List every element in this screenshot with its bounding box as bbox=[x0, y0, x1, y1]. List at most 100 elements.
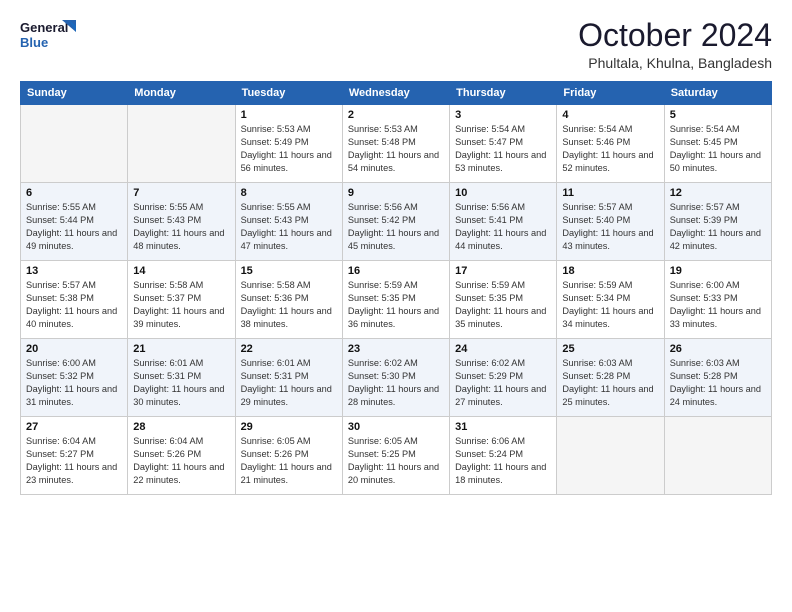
day-info: Sunrise: 6:02 AM Sunset: 5:29 PM Dayligh… bbox=[455, 357, 551, 409]
day-info: Sunrise: 5:58 AM Sunset: 5:36 PM Dayligh… bbox=[241, 279, 337, 331]
month-title: October 2024 bbox=[578, 18, 772, 53]
day-number: 6 bbox=[26, 187, 122, 199]
day-info: Sunrise: 6:03 AM Sunset: 5:28 PM Dayligh… bbox=[562, 357, 658, 409]
day-info: Sunrise: 6:05 AM Sunset: 5:25 PM Dayligh… bbox=[348, 435, 444, 487]
calendar-cell: 11 Sunrise: 5:57 AM Sunset: 5:40 PM Dayli… bbox=[557, 183, 664, 261]
weekday-header-sunday: Sunday bbox=[21, 82, 128, 105]
weekday-header-row: SundayMondayTuesdayWednesdayThursdayFrid… bbox=[21, 82, 772, 105]
calendar-cell: 14 Sunrise: 5:58 AM Sunset: 5:37 PM Dayli… bbox=[128, 261, 235, 339]
calendar-cell: 18Sunrise: 5:59 AM Sunset: 5:34 PM Dayli… bbox=[557, 261, 664, 339]
calendar-cell: 20 Sunrise: 6:00 AM Sunset: 5:32 PM Dayli… bbox=[21, 339, 128, 417]
calendar-cell: 3 Sunrise: 5:54 AM Sunset: 5:47 PM Daylig… bbox=[450, 105, 557, 183]
day-number: 22 bbox=[241, 343, 337, 355]
svg-text:Blue: Blue bbox=[20, 35, 48, 50]
calendar-cell: 16 Sunrise: 5:59 AM Sunset: 5:35 PM Dayli… bbox=[342, 261, 449, 339]
day-info: Sunrise: 5:54 AM Sunset: 5:47 PM Dayligh… bbox=[455, 123, 551, 175]
day-info: Sunrise: 6:05 AM Sunset: 5:26 PM Dayligh… bbox=[241, 435, 337, 487]
calendar-cell: 28 Sunrise: 6:04 AM Sunset: 5:26 PM Dayli… bbox=[128, 417, 235, 495]
day-info: Sunrise: 5:56 AM Sunset: 5:41 PM Dayligh… bbox=[455, 201, 551, 253]
day-number: 9 bbox=[348, 187, 444, 199]
calendar-cell: 12 Sunrise: 5:57 AM Sunset: 5:39 PM Dayli… bbox=[664, 183, 771, 261]
day-info: Sunrise: 5:55 AM Sunset: 5:43 PM Dayligh… bbox=[241, 201, 337, 253]
calendar-cell: 13 Sunrise: 5:57 AM Sunset: 5:38 PM Dayli… bbox=[21, 261, 128, 339]
weekday-header-thursday: Thursday bbox=[450, 82, 557, 105]
day-info: Sunrise: 5:57 AM Sunset: 5:39 PM Dayligh… bbox=[670, 201, 766, 253]
weekday-header-monday: Monday bbox=[128, 82, 235, 105]
day-number: 21 bbox=[133, 343, 229, 355]
header: GeneralBlue October 2024 Phultala, Khuln… bbox=[20, 18, 772, 71]
calendar-week-row: 1Sunrise: 5:53 AM Sunset: 5:49 PM Daylig… bbox=[21, 105, 772, 183]
day-number: 28 bbox=[133, 421, 229, 433]
day-info: Sunrise: 5:59 AM Sunset: 5:34 PM Dayligh… bbox=[562, 279, 658, 331]
day-info: Sunrise: 5:53 AM Sunset: 5:49 PM Dayligh… bbox=[241, 123, 337, 175]
day-info: Sunrise: 6:03 AM Sunset: 5:28 PM Dayligh… bbox=[670, 357, 766, 409]
calendar-cell: 24 Sunrise: 6:02 AM Sunset: 5:29 PM Dayli… bbox=[450, 339, 557, 417]
title-block: October 2024 Phultala, Khulna, Banglades… bbox=[578, 18, 772, 71]
calendar-cell bbox=[21, 105, 128, 183]
calendar-cell: 10 Sunrise: 5:56 AM Sunset: 5:41 PM Dayli… bbox=[450, 183, 557, 261]
day-number: 10 bbox=[455, 187, 551, 199]
day-info: Sunrise: 5:55 AM Sunset: 5:43 PM Dayligh… bbox=[133, 201, 229, 253]
day-info: Sunrise: 5:56 AM Sunset: 5:42 PM Dayligh… bbox=[348, 201, 444, 253]
day-info: Sunrise: 6:04 AM Sunset: 5:27 PM Dayligh… bbox=[26, 435, 122, 487]
day-info: Sunrise: 5:57 AM Sunset: 5:38 PM Dayligh… bbox=[26, 279, 122, 331]
day-number: 15 bbox=[241, 265, 337, 277]
weekday-header-saturday: Saturday bbox=[664, 82, 771, 105]
calendar-week-row: 6Sunrise: 5:55 AM Sunset: 5:44 PM Daylig… bbox=[21, 183, 772, 261]
day-number: 25 bbox=[562, 343, 658, 355]
day-number: 14 bbox=[133, 265, 229, 277]
day-info: Sunrise: 5:58 AM Sunset: 5:37 PM Dayligh… bbox=[133, 279, 229, 331]
day-info: Sunrise: 5:53 AM Sunset: 5:48 PM Dayligh… bbox=[348, 123, 444, 175]
day-info: Sunrise: 5:59 AM Sunset: 5:35 PM Dayligh… bbox=[348, 279, 444, 331]
day-info: Sunrise: 5:59 AM Sunset: 5:35 PM Dayligh… bbox=[455, 279, 551, 331]
calendar-week-row: 27Sunrise: 6:04 AM Sunset: 5:27 PM Dayli… bbox=[21, 417, 772, 495]
day-info: Sunrise: 6:00 AM Sunset: 5:32 PM Dayligh… bbox=[26, 357, 122, 409]
location-subtitle: Phultala, Khulna, Bangladesh bbox=[578, 55, 772, 71]
day-number: 19 bbox=[670, 265, 766, 277]
weekday-header-tuesday: Tuesday bbox=[235, 82, 342, 105]
calendar-week-row: 20 Sunrise: 6:00 AM Sunset: 5:32 PM Dayli… bbox=[21, 339, 772, 417]
day-number: 13 bbox=[26, 265, 122, 277]
day-info: Sunrise: 6:04 AM Sunset: 5:26 PM Dayligh… bbox=[133, 435, 229, 487]
day-number: 5 bbox=[670, 109, 766, 121]
calendar-cell: 2 Sunrise: 5:53 AM Sunset: 5:48 PM Daylig… bbox=[342, 105, 449, 183]
calendar-cell: 26 Sunrise: 6:03 AM Sunset: 5:28 PM Dayli… bbox=[664, 339, 771, 417]
calendar-cell: 4Sunrise: 5:54 AM Sunset: 5:46 PM Daylig… bbox=[557, 105, 664, 183]
calendar-cell: 29 Sunrise: 6:05 AM Sunset: 5:26 PM Dayli… bbox=[235, 417, 342, 495]
day-number: 2 bbox=[348, 109, 444, 121]
calendar-cell: 19 Sunrise: 6:00 AM Sunset: 5:33 PM Dayli… bbox=[664, 261, 771, 339]
day-number: 29 bbox=[241, 421, 337, 433]
day-info: Sunrise: 6:00 AM Sunset: 5:33 PM Dayligh… bbox=[670, 279, 766, 331]
day-number: 20 bbox=[26, 343, 122, 355]
weekday-header-friday: Friday bbox=[557, 82, 664, 105]
day-number: 8 bbox=[241, 187, 337, 199]
calendar-cell: 1Sunrise: 5:53 AM Sunset: 5:49 PM Daylig… bbox=[235, 105, 342, 183]
day-info: Sunrise: 6:06 AM Sunset: 5:24 PM Dayligh… bbox=[455, 435, 551, 487]
calendar-cell bbox=[128, 105, 235, 183]
day-number: 17 bbox=[455, 265, 551, 277]
day-info: Sunrise: 6:01 AM Sunset: 5:31 PM Dayligh… bbox=[241, 357, 337, 409]
day-number: 24 bbox=[455, 343, 551, 355]
day-number: 16 bbox=[348, 265, 444, 277]
day-info: Sunrise: 6:01 AM Sunset: 5:31 PM Dayligh… bbox=[133, 357, 229, 409]
day-info: Sunrise: 6:02 AM Sunset: 5:30 PM Dayligh… bbox=[348, 357, 444, 409]
calendar-cell: 23Sunrise: 6:02 AM Sunset: 5:30 PM Dayli… bbox=[342, 339, 449, 417]
calendar-cell: 25 Sunrise: 6:03 AM Sunset: 5:28 PM Dayli… bbox=[557, 339, 664, 417]
day-number: 12 bbox=[670, 187, 766, 199]
calendar-cell: 31Sunrise: 6:06 AM Sunset: 5:24 PM Dayli… bbox=[450, 417, 557, 495]
day-number: 7 bbox=[133, 187, 229, 199]
day-number: 26 bbox=[670, 343, 766, 355]
calendar-week-row: 13 Sunrise: 5:57 AM Sunset: 5:38 PM Dayli… bbox=[21, 261, 772, 339]
calendar-cell bbox=[664, 417, 771, 495]
weekday-header-wednesday: Wednesday bbox=[342, 82, 449, 105]
day-number: 11 bbox=[562, 187, 658, 199]
day-number: 3 bbox=[455, 109, 551, 121]
calendar-cell bbox=[557, 417, 664, 495]
logo: GeneralBlue bbox=[20, 18, 80, 50]
day-info: Sunrise: 5:57 AM Sunset: 5:40 PM Dayligh… bbox=[562, 201, 658, 253]
calendar-table: SundayMondayTuesdayWednesdayThursdayFrid… bbox=[20, 81, 772, 495]
day-number: 4 bbox=[562, 109, 658, 121]
day-number: 30 bbox=[348, 421, 444, 433]
calendar-cell: 17 Sunrise: 5:59 AM Sunset: 5:35 PM Dayli… bbox=[450, 261, 557, 339]
calendar-cell: 30 Sunrise: 6:05 AM Sunset: 5:25 PM Dayli… bbox=[342, 417, 449, 495]
